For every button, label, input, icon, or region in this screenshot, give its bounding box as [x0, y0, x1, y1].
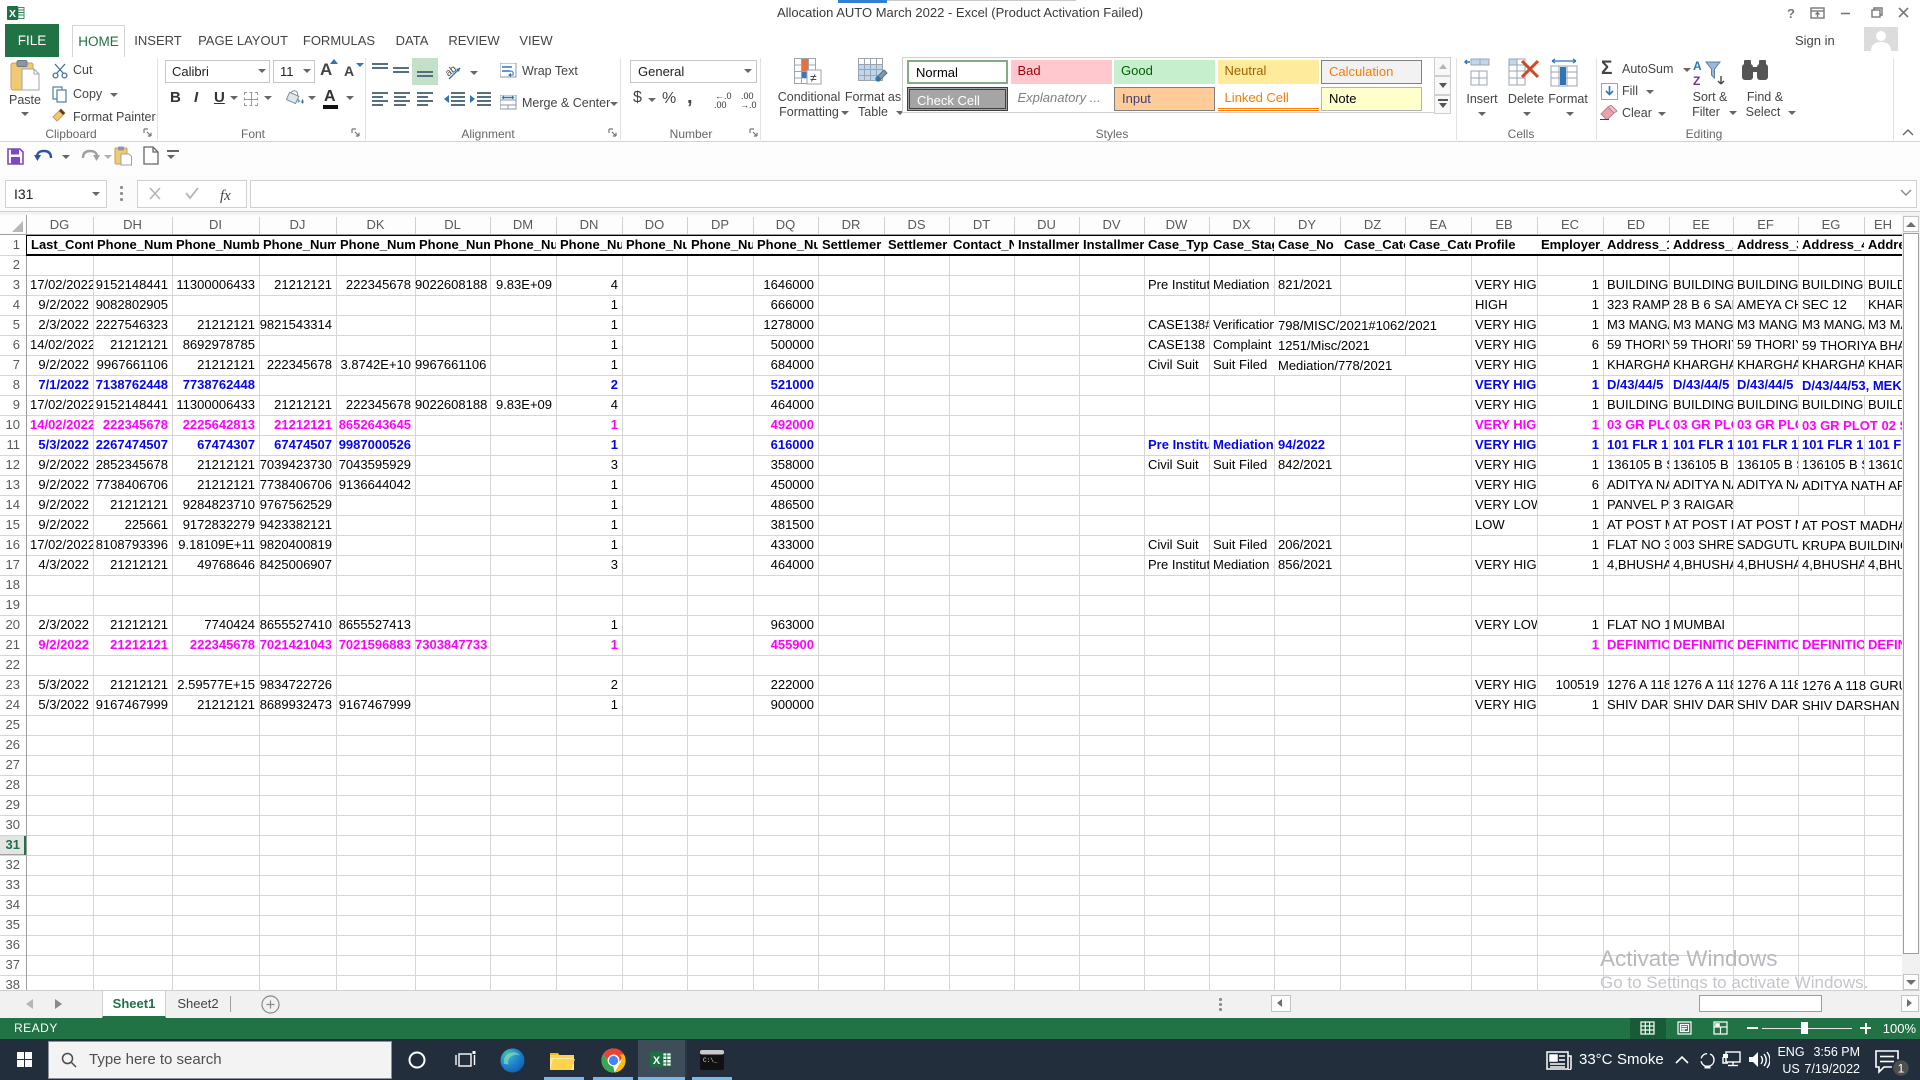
svg-text:.00: .00 — [714, 100, 727, 108]
svg-text:?: ? — [1787, 6, 1795, 21]
svg-text:≠: ≠ — [810, 71, 817, 85]
svg-text:Z: Z — [1693, 74, 1700, 88]
svg-text:A: A — [1693, 59, 1702, 73]
svg-text:1: 1 — [1898, 1062, 1905, 1076]
svg-text:fx: fx — [220, 188, 231, 203]
svg-text:C:\_: C:\_ — [703, 1057, 718, 1064]
svg-text:X: X — [653, 1055, 661, 1067]
